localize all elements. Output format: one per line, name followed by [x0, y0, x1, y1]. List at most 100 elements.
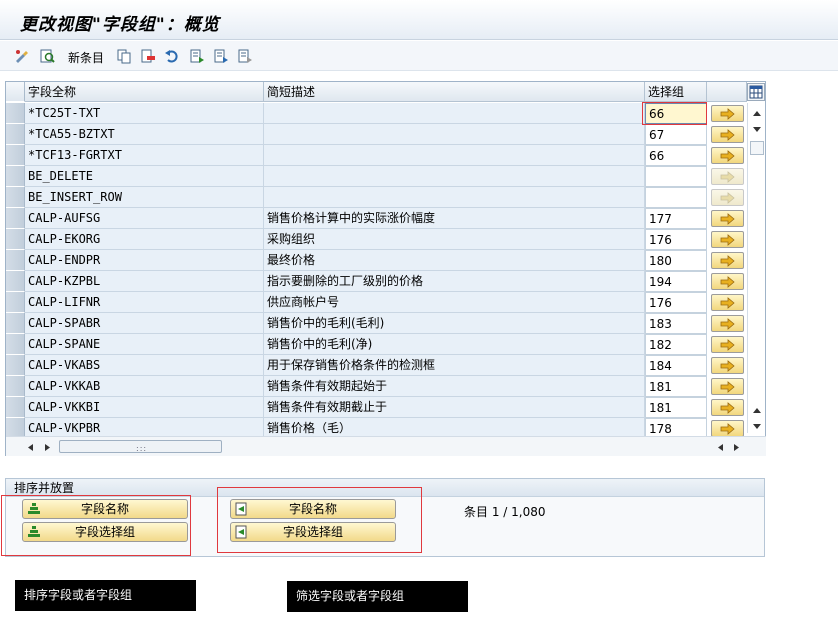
title-bar: 更改视图"字段组"：概览 — [0, 0, 838, 40]
row-selector[interactable] — [6, 355, 25, 376]
undo-icon[interactable] — [164, 48, 180, 64]
select-group-input[interactable]: 194 — [645, 271, 707, 292]
field-name-cell: CALP-SPABR — [25, 313, 264, 334]
table-row: BE_DELETE — [6, 166, 766, 187]
select-group-input[interactable]: 66 — [645, 145, 707, 166]
row-selector[interactable] — [6, 313, 25, 334]
select-group-input[interactable]: 177 — [645, 208, 707, 229]
column-header-short-desc[interactable]: 简短描述 — [264, 82, 645, 102]
detail-button[interactable] — [711, 336, 744, 353]
deselect-all-icon[interactable] — [237, 48, 253, 64]
short-desc-cell: 供应商帐户号 — [264, 292, 645, 313]
scroll-left-icon[interactable] — [26, 443, 34, 452]
row-selector[interactable] — [6, 208, 25, 229]
field-name-cell: *TCA55-BZTXT — [25, 124, 264, 145]
select-group-input[interactable]: 67 — [645, 124, 707, 145]
row-selector[interactable] — [6, 292, 25, 313]
detail-button[interactable] — [711, 252, 744, 269]
scroll-right-icon[interactable] — [44, 443, 52, 452]
vertical-scrollbar[interactable] — [747, 103, 765, 433]
detail-button[interactable] — [711, 378, 744, 395]
detail-button[interactable] — [711, 420, 744, 437]
select-group-input[interactable] — [645, 187, 707, 208]
detail-button[interactable] — [711, 105, 744, 122]
row-selector[interactable] — [6, 145, 25, 166]
select-group-input[interactable] — [645, 166, 707, 187]
short-desc-cell — [264, 124, 645, 145]
filter-callout: 筛选字段或者字段组 — [287, 581, 468, 612]
field-name-cell: CALP-VKABS — [25, 355, 264, 376]
short-desc-cell — [264, 145, 645, 166]
scroll-right-icon-2[interactable] — [733, 443, 741, 452]
detail-button[interactable] — [711, 294, 744, 311]
select-group-input[interactable]: 184 — [645, 355, 707, 376]
detail-button[interactable] — [711, 273, 744, 290]
application-toolbar: 新条目 — [0, 41, 838, 71]
field-name-cell: CALP-ENDPR — [25, 250, 264, 271]
detail-button[interactable] — [711, 126, 744, 143]
row-selector[interactable] — [6, 103, 25, 124]
new-entries-button[interactable]: 新条目 — [68, 49, 104, 66]
delete-icon[interactable] — [140, 48, 156, 64]
select-group-input[interactable]: 181 — [645, 376, 707, 397]
row-selector[interactable] — [6, 271, 25, 292]
table-settings-icon[interactable] — [747, 83, 765, 101]
select-group-input[interactable]: 182 — [645, 334, 707, 355]
select-group-input[interactable]: 183 — [645, 313, 707, 334]
table-row: BE_INSERT_ROW — [6, 187, 766, 208]
row-selector[interactable] — [6, 166, 25, 187]
scroll-down-icon[interactable] — [752, 125, 762, 133]
copy-icon[interactable] — [116, 48, 132, 64]
column-header-select-group[interactable]: 选择组 — [645, 82, 707, 102]
row-selector[interactable] — [6, 124, 25, 145]
detail-button[interactable] — [711, 231, 744, 248]
row-selector[interactable] — [6, 187, 25, 208]
select-block-icon[interactable] — [213, 48, 229, 64]
row-selector[interactable] — [6, 250, 25, 271]
scroll-thumb[interactable] — [750, 141, 764, 155]
short-desc-cell: 用于保存销售价格条件的检测框 — [264, 355, 645, 376]
select-group-input[interactable]: 176 — [645, 229, 707, 250]
detail-button[interactable] — [711, 210, 744, 227]
horizontal-scroll-thumb[interactable]: ::: — [59, 440, 222, 453]
entries-counter: 条目 1 / 1,080 — [464, 505, 546, 519]
select-all-rows-button[interactable] — [6, 82, 25, 102]
detail-button[interactable] — [711, 147, 744, 164]
select-all-icon[interactable] — [189, 48, 205, 64]
short-desc-cell: 采购组织 — [264, 229, 645, 250]
table-row: CALP-KZPBL 指示要删除的工厂级别的价格 194 — [6, 271, 766, 292]
field-name-cell: CALP-SPANE — [25, 334, 264, 355]
select-group-input[interactable]: 176 — [645, 292, 707, 313]
other-view-icon[interactable] — [39, 48, 55, 64]
field-name-cell: CALP-LIFNR — [25, 292, 264, 313]
horizontal-scrollbar[interactable]: ::: — [6, 436, 766, 456]
row-selector[interactable] — [6, 229, 25, 250]
short-desc-cell: 指示要删除的工厂级别的价格 — [264, 271, 645, 292]
row-selector[interactable] — [6, 397, 25, 418]
row-selector[interactable] — [6, 334, 25, 355]
table-row: CALP-SPABR 销售价中的毛利(毛利) 183 — [6, 313, 766, 334]
detail-button[interactable] — [711, 357, 744, 374]
detail-button[interactable] — [711, 168, 744, 185]
short-desc-cell: 销售价格计算中的实际涨价幅度 — [264, 208, 645, 229]
table-row: CALP-VKABS 用于保存销售价格条件的检测框 184 — [6, 355, 766, 376]
detail-button[interactable] — [711, 315, 744, 332]
select-group-input[interactable]: 181 — [645, 397, 707, 418]
detail-button[interactable] — [711, 399, 744, 416]
scroll-page-up-icon[interactable] — [752, 406, 762, 414]
detail-button[interactable] — [711, 189, 744, 206]
scroll-page-down-icon[interactable] — [752, 422, 762, 430]
row-selector[interactable] — [6, 376, 25, 397]
table-row: *TCF13-FGRTXT 66 — [6, 145, 766, 166]
display-change-icon[interactable] — [14, 48, 30, 64]
sort-callout: 排序字段或者字段组 — [15, 580, 196, 611]
short-desc-cell: 销售价中的毛利(净) — [264, 334, 645, 355]
field-name-cell: BE_INSERT_ROW — [25, 187, 264, 208]
select-group-input[interactable]: 180 — [645, 250, 707, 271]
column-header-field-name[interactable]: 字段全称 — [25, 82, 264, 102]
table-row: *TCA55-BZTXT 67 — [6, 124, 766, 145]
scroll-left-icon-2[interactable] — [716, 443, 724, 452]
short-desc-cell: 销售条件有效期起始于 — [264, 376, 645, 397]
short-desc-cell — [264, 103, 645, 124]
scroll-up-icon[interactable] — [752, 109, 762, 117]
